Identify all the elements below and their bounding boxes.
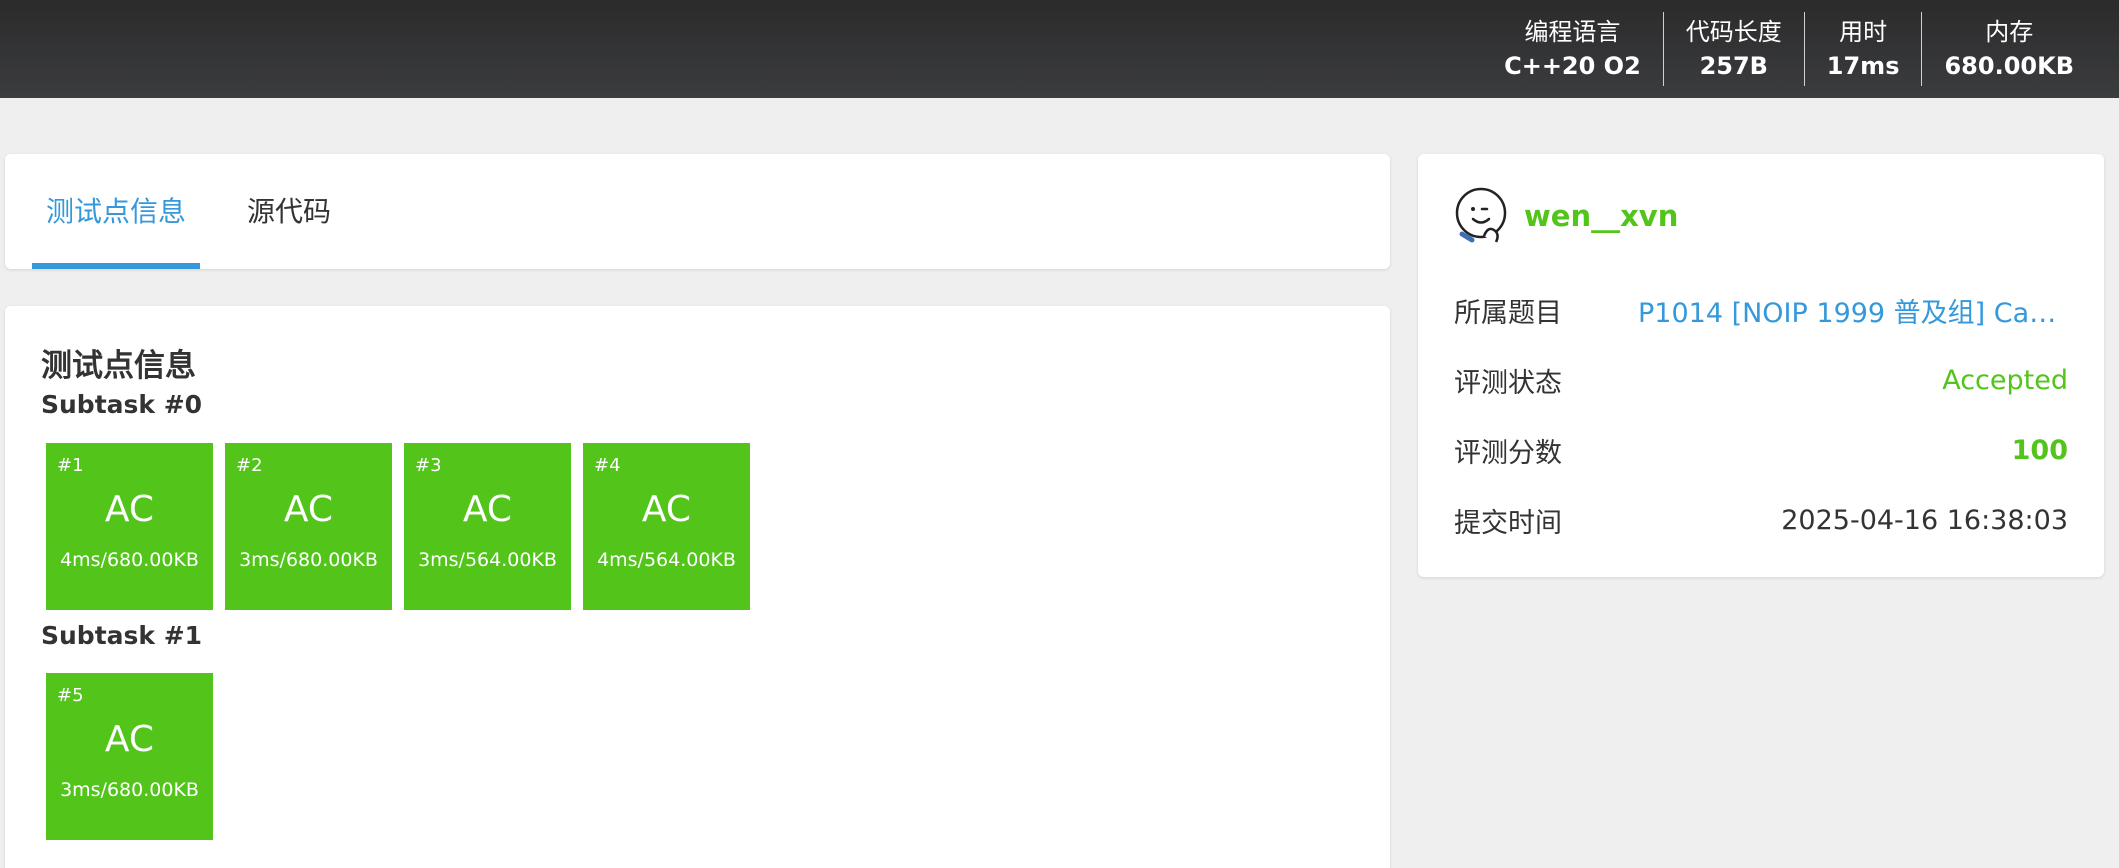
username-link[interactable]: wen__xvn [1524, 199, 1678, 233]
testcase-tile[interactable]: #2 AC 3ms/680.00KB [225, 443, 392, 610]
section-title: 测试点信息 [41, 348, 196, 384]
info-row-status: 评测状态 Accepted [1454, 357, 2068, 403]
submit-time-value: 2025-04-16 16:38:03 [1781, 504, 2068, 536]
stat-label: 用时 [1839, 18, 1888, 46]
testcase-id: #5 [57, 685, 84, 706]
testcase-status: AC [104, 719, 155, 760]
testcase-detail: 3ms/564.00KB [418, 549, 557, 571]
testcase-detail: 4ms/680.00KB [60, 549, 199, 571]
submission-info-card: wen__xvn 所属题目 P1014 [NOIP 1999 普及组] Can.… [1418, 154, 2104, 577]
testcase-id: #2 [236, 455, 263, 476]
testcase-id: #4 [594, 455, 621, 476]
info-row-submit-time: 提交时间 2025-04-16 16:38:03 [1454, 497, 2068, 543]
tabs-card: 测试点信息 源代码 [5, 154, 1390, 269]
testcase-detail: 4ms/564.00KB [597, 549, 736, 571]
stat-language: 编程语言 C++20 O2 [1482, 12, 1663, 86]
testcase-tile[interactable]: #4 AC 4ms/564.00KB [583, 443, 750, 610]
testcase-tile[interactable]: #5 AC 3ms/680.00KB [46, 673, 213, 840]
testcase-card: 测试点信息 Subtask #0 #1 AC 4ms/680.00KB #2 A… [5, 306, 1390, 868]
stat-value: C++20 O2 [1504, 52, 1641, 80]
testcase-detail: 3ms/680.00KB [60, 779, 199, 801]
score-value: 100 [2011, 434, 2068, 466]
top-header: 编程语言 C++20 O2 代码长度 257B 用时 17ms 内存 680.0… [0, 0, 2119, 98]
user-block: wen__xvn [1454, 186, 1678, 246]
subtask-title: Subtask #0 [41, 390, 203, 419]
info-row-problem: 所属题目 P1014 [NOIP 1999 普及组] Can... [1454, 287, 2068, 333]
testcase-tile[interactable]: #1 AC 4ms/680.00KB [46, 443, 213, 610]
status-value: Accepted [1942, 364, 2068, 396]
info-label: 提交时间 [1454, 507, 1562, 539]
testcase-status: AC [641, 489, 692, 530]
testcase-tile[interactable]: #3 AC 3ms/564.00KB [404, 443, 571, 610]
info-label: 评测状态 [1454, 367, 1562, 399]
info-label: 评测分数 [1454, 437, 1562, 469]
stat-label: 代码长度 [1685, 18, 1782, 46]
testcase-detail: 3ms/680.00KB [239, 549, 378, 571]
subtask-cases: #5 AC 3ms/680.00KB [46, 673, 213, 840]
stat-time: 用时 17ms [1803, 12, 1922, 86]
stat-memory: 内存 680.00KB [1921, 12, 2096, 86]
stat-value: 680.00KB [1944, 52, 2074, 80]
subtask-title: Subtask #1 [41, 621, 203, 650]
info-row-score: 评测分数 100 [1454, 427, 2068, 473]
testcase-id: #1 [57, 455, 84, 476]
subtask-cases: #1 AC 4ms/680.00KB #2 AC 3ms/680.00KB #3… [46, 443, 750, 610]
problem-link[interactable]: P1014 [NOIP 1999 普及组] Can... [1638, 291, 2068, 330]
info-label: 所属题目 [1454, 297, 1562, 329]
tab-testcase-info[interactable]: 测试点信息 [32, 154, 201, 269]
submission-stats: 编程语言 C++20 O2 代码长度 257B 用时 17ms 内存 680.0… [1482, 0, 2096, 98]
stat-value: 17ms [1826, 52, 1900, 80]
stat-label: 内存 [1985, 18, 2034, 46]
testcase-status: AC [104, 489, 155, 530]
stat-label: 编程语言 [1524, 18, 1621, 46]
tab-source-code[interactable]: 源代码 [233, 154, 345, 269]
stat-code-length: 代码长度 257B [1662, 12, 1804, 86]
testcase-id: #3 [415, 455, 442, 476]
stat-value: 257B [1699, 52, 1768, 80]
testcase-status: AC [462, 489, 513, 530]
testcase-status: AC [283, 489, 334, 530]
smiley-waving-avatar-icon[interactable] [1454, 186, 1510, 246]
